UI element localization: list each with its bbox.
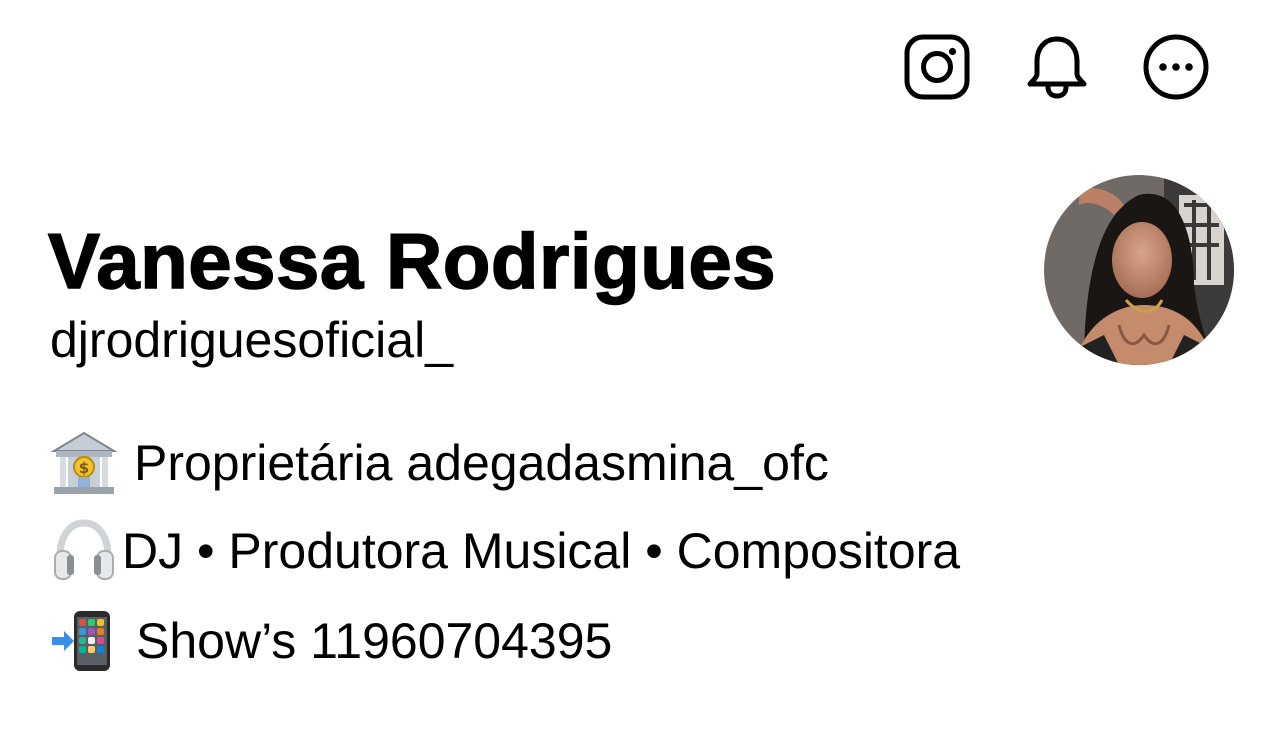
svg-text:$: $ xyxy=(79,459,89,477)
instagram-icon[interactable] xyxy=(904,34,970,100)
more-icon[interactable] xyxy=(1143,34,1209,100)
bio-line: $ Proprietária adegadasmina_ofc xyxy=(50,428,829,498)
headphones-emoji-icon xyxy=(50,517,118,585)
bell-icon[interactable] xyxy=(1024,34,1090,100)
bank-emoji-icon: $ xyxy=(50,429,118,497)
bio-line: Show’s 11960704395 xyxy=(50,606,612,676)
display-name: Vanessa Rodrigues xyxy=(47,217,777,305)
avatar[interactable] xyxy=(1044,175,1234,365)
bio-line: DJ • Produtora Musical • Compositora xyxy=(50,516,960,586)
username[interactable]: djrodriguesoficial_ xyxy=(50,315,453,365)
bio-text: Proprietária adegadasmina_ofc xyxy=(134,435,829,491)
phone-arrow-emoji-icon xyxy=(50,607,118,675)
bio-text: Show’s 11960704395 xyxy=(136,613,613,669)
bio-text: DJ • Produtora Musical • Compositora xyxy=(122,523,961,579)
